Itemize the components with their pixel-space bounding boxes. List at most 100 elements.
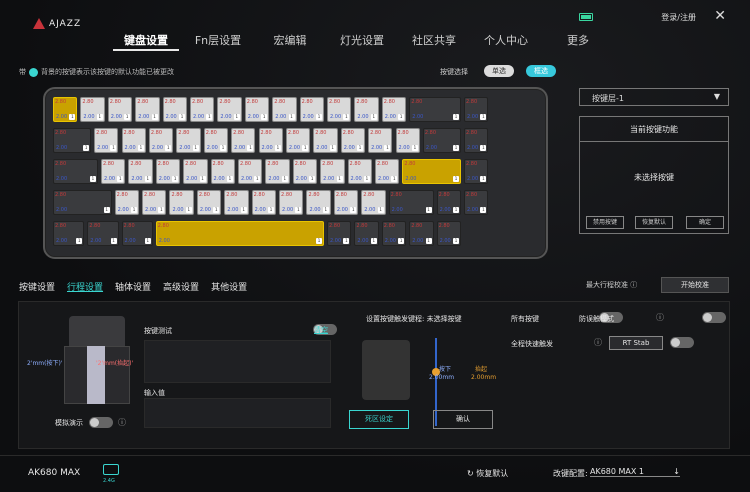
key[interactable]: 2.80 2.00 1 xyxy=(142,190,167,215)
key[interactable]: 2.80 2.00 1 xyxy=(395,128,420,153)
key[interactable]: 2.80 2.00 1 xyxy=(409,97,461,122)
confirm-button[interactable]: 确定 xyxy=(686,216,724,229)
key[interactable]: 2.80 2.00 1 xyxy=(340,128,366,153)
key[interactable]: 2.80 2.00 1 xyxy=(196,190,222,215)
key[interactable]: 2.80 2.00 1 xyxy=(333,190,359,215)
config-dropdown[interactable]: AK680 MAX 1 ↓ xyxy=(590,467,680,477)
anti-mistouch-toggle[interactable] xyxy=(701,312,726,323)
layer-dropdown[interactable]: 按键层-1 ▼ xyxy=(579,88,729,106)
key[interactable]: 2.80 2.00 1 xyxy=(217,97,242,122)
key[interactable]: 2.80 2.00 1 xyxy=(409,221,434,246)
key[interactable]: 2.80 2.00 1 xyxy=(422,128,461,153)
key[interactable]: 2.80 2.00 1 xyxy=(313,128,338,153)
rapid-trigger-toggle[interactable] xyxy=(670,337,695,348)
key[interactable]: 2.80 2.00 1 xyxy=(258,128,283,153)
start-calibration-button[interactable]: 开始校准 xyxy=(661,277,729,293)
key[interactable]: 2.80 2.00 1 xyxy=(402,159,461,184)
key[interactable]: 2.80 2.00 1 xyxy=(327,221,352,246)
deadzone-button[interactable]: 死区设定 xyxy=(349,410,409,429)
key[interactable]: 2.80 2.00 1 xyxy=(114,190,140,215)
single-select-button[interactable]: 单选 xyxy=(484,65,514,77)
tab-profile[interactable]: 个人中心 xyxy=(470,32,542,48)
key[interactable]: 2.80 2.00 1 xyxy=(292,159,318,184)
input-area[interactable] xyxy=(144,398,331,428)
box-select-button[interactable]: 框选 xyxy=(526,65,556,77)
key[interactable]: 2.80 2.00 1 xyxy=(87,221,119,246)
subtab-advanced[interactable]: 高级设置 xyxy=(163,280,199,293)
key[interactable]: 2.80 2.00 1 xyxy=(121,221,153,246)
key[interactable]: 2.80 2.00 1 xyxy=(135,97,160,122)
tab-lighting[interactable]: 灯光设置 xyxy=(326,32,398,48)
help-icon[interactable]: ⓘ xyxy=(118,417,126,428)
key[interactable]: 2.80 2.00 1 xyxy=(128,159,153,184)
key[interactable]: 2.80 2.00 1 xyxy=(100,159,126,184)
key[interactable]: 2.80 2.00 1 xyxy=(176,128,201,153)
key[interactable]: 2.80 2.00 1 xyxy=(306,190,331,215)
key[interactable]: 2.80 2.00 1 xyxy=(272,97,297,122)
key[interactable]: 2.80 2.00 1 xyxy=(464,97,489,122)
key[interactable]: 2.80 2.00 1 xyxy=(190,97,215,122)
simulate-toggle[interactable] xyxy=(89,417,113,428)
restore-default-link[interactable]: ↻ 恢复默认 xyxy=(467,468,508,479)
key[interactable]: 2.80 2.00 1 xyxy=(237,159,263,184)
subtab-other[interactable]: 其他设置 xyxy=(211,280,247,293)
key[interactable]: 2.80 2.00 1 xyxy=(464,128,489,153)
key[interactable]: 2.80 2.00 1 xyxy=(464,159,489,184)
key[interactable]: 2.80 2.00 1 xyxy=(224,190,249,215)
key[interactable]: 2.80 2.00 1 xyxy=(285,128,311,153)
subtab-switch[interactable]: 轴体设置 xyxy=(115,280,151,293)
key[interactable]: 2.80 2.00 1 xyxy=(121,128,146,153)
key[interactable]: 2.80 2.00 1 xyxy=(244,97,270,122)
key[interactable]: 2.80 2.00 1 xyxy=(265,159,290,184)
rt-stab-button[interactable]: RT Stab xyxy=(609,336,663,350)
key[interactable]: 2.80 2.00 1 xyxy=(251,190,277,215)
key[interactable]: 2.80 2.00 1 xyxy=(94,128,119,153)
key[interactable]: 2.80 2.00 1 xyxy=(368,128,393,153)
key[interactable]: 2.80 2.00 1 xyxy=(53,221,85,246)
key-test-area[interactable] xyxy=(144,340,331,383)
key[interactable]: 2.80 2.00 1 xyxy=(381,221,407,246)
key[interactable]: 2.80 2.00 1 xyxy=(162,97,187,122)
help-icon[interactable]: ⓘ xyxy=(630,281,637,289)
key[interactable]: 2.80 2.00 1 xyxy=(347,159,372,184)
key[interactable]: 2.80 2.00 1 xyxy=(299,97,324,122)
key[interactable]: 2.80 2.00 1 xyxy=(354,97,379,122)
help-icon[interactable]: ⓘ xyxy=(656,312,664,323)
key[interactable]: 2.80 2.00 1 xyxy=(279,190,304,215)
subtab-key[interactable]: 按键设置 xyxy=(19,280,55,293)
key[interactable]: 2.80 2.00 1 xyxy=(53,159,98,184)
tab-fn[interactable]: Fn层设置 xyxy=(182,32,254,48)
subtab-travel[interactable]: 行程设置 xyxy=(67,280,103,293)
key[interactable]: 2.80 2.00 1 xyxy=(203,128,229,153)
key[interactable]: 2.80 2.00 1 xyxy=(53,190,112,215)
key[interactable]: 2.80 2.00 1 xyxy=(148,128,174,153)
key[interactable]: 2.80 2.00 1 xyxy=(388,190,434,215)
help-icon[interactable]: ⓘ xyxy=(594,337,602,348)
key[interactable]: 2.80 2.00 1 xyxy=(53,97,78,122)
restore-default-button[interactable]: 恢复默认 xyxy=(635,216,673,229)
key[interactable]: 2.80 2.00 1 xyxy=(327,97,352,122)
key[interactable]: 2.80 2.00 1 xyxy=(155,221,324,246)
tab-community[interactable]: 社区共享 xyxy=(398,32,470,48)
key[interactable]: 2.80 2.00 1 xyxy=(320,159,345,184)
login-link[interactable]: 登录/注册 xyxy=(661,12,696,23)
tab-more[interactable]: 更多 xyxy=(542,32,614,48)
key[interactable]: 2.80 2.00 1 xyxy=(436,190,461,215)
key[interactable]: 2.80 2.00 1 xyxy=(354,221,379,246)
key[interactable]: 2.80 2.00 1 xyxy=(169,190,194,215)
key[interactable]: 2.80 2.00 1 xyxy=(107,97,133,122)
key[interactable]: 2.80 2.00 1 xyxy=(183,159,208,184)
key[interactable]: 2.80 2.00 1 xyxy=(210,159,235,184)
tab-keyboard[interactable]: 键盘设置 xyxy=(110,32,182,48)
disable-key-button[interactable]: 禁用按键 xyxy=(586,216,624,229)
key[interactable]: 2.80 2.00 1 xyxy=(464,190,489,215)
clear-link[interactable]: 清空 xyxy=(314,325,328,335)
confirm-trigger-button[interactable]: 确认 xyxy=(433,410,493,429)
close-icon[interactable]: ✕ xyxy=(714,8,726,24)
key[interactable]: 2.80 2.00 1 xyxy=(155,159,181,184)
key[interactable]: 2.80 2.00 1 xyxy=(80,97,105,122)
key[interactable]: 2.80 2.00 1 xyxy=(381,97,407,122)
key[interactable]: 2.80 2.00 1 xyxy=(231,128,256,153)
tab-macro[interactable]: 宏编辑 xyxy=(254,32,326,48)
key[interactable]: 2.80 2.00 1 xyxy=(361,190,386,215)
